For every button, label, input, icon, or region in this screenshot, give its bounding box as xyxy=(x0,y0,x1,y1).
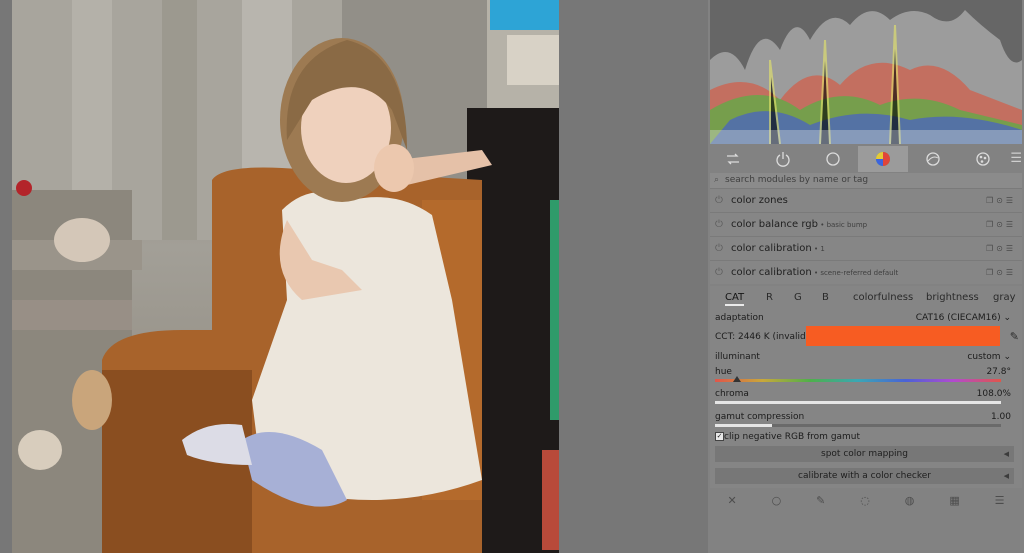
module-header-buttons[interactable]: ❐⊙☰ xyxy=(986,213,1016,236)
image-canvas[interactable] xyxy=(0,0,708,553)
pencil-icon[interactable]: ✎ xyxy=(816,494,825,507)
tab-b[interactable]: B xyxy=(822,292,829,303)
raster-mask-icon[interactable]: ▦ xyxy=(949,494,959,507)
clip-checkbox[interactable]: ✓ xyxy=(715,432,724,441)
tab-cat[interactable]: CAT xyxy=(725,292,745,306)
gamut-value: 1.00 xyxy=(990,412,1011,422)
module-color-balance-rgb[interactable]: ⏻ color balance rgb • basic bump ❐⊙☰ xyxy=(710,212,1022,236)
module-name: color calibration xyxy=(731,267,812,278)
spot-color-mapping-label: spot color mapping xyxy=(821,449,908,459)
gamut-slider[interactable] xyxy=(715,424,1001,427)
collapse-arrow-icon: ◀ xyxy=(1003,450,1009,458)
power-icon[interactable]: ⏻ xyxy=(715,189,723,212)
cct-color-swatch xyxy=(806,326,1000,346)
module-color-calibration-1[interactable]: ⏻ color calibration • 1 ❐⊙☰ xyxy=(710,236,1022,260)
quick-access-tab[interactable] xyxy=(708,146,758,172)
search-icon: ⌕ xyxy=(714,175,720,185)
menu-icon[interactable]: ☰ xyxy=(995,494,1005,507)
module-name: color balance rgb xyxy=(731,219,818,230)
tab-brightness[interactable]: brightness xyxy=(926,292,979,303)
module-instance: • scene-referred default xyxy=(811,269,899,277)
gamut-row[interactable]: gamut compression 1.00 xyxy=(715,412,1011,422)
correct-modules-tab[interactable] xyxy=(908,146,958,172)
color-modules-tab[interactable] xyxy=(858,146,908,172)
right-panel: ☰ ⌕ search modules by name or tag ⏻ colo… xyxy=(708,0,1024,553)
hue-slider[interactable] xyxy=(715,379,1001,382)
module-color-calibration[interactable]: ⏻ color calibration • scene-referred def… xyxy=(710,260,1022,284)
module-name: color calibration xyxy=(731,243,812,254)
adaptation-row[interactable]: adaptation CAT16 (CIECAM16) ⌄ xyxy=(715,313,1011,323)
power-icon[interactable]: ⏻ xyxy=(715,237,723,260)
parametric-mask-icon[interactable]: ◍ xyxy=(905,494,915,507)
power-icon[interactable]: ⏻ xyxy=(715,213,723,236)
chroma-slider-fill xyxy=(715,401,1001,404)
hue-label: hue xyxy=(715,367,732,377)
correct-icon xyxy=(926,152,940,166)
chroma-label: chroma xyxy=(715,389,749,399)
chroma-value: 108.0% xyxy=(976,389,1011,399)
hue-slider-handle[interactable] xyxy=(733,376,742,382)
calibration-tabs: CAT R G B colorfulness brightness gray xyxy=(713,289,1019,307)
color-calibration-panel: CAT R G B colorfulness brightness gray a… xyxy=(710,286,1022,488)
collapse-arrow-icon: ◀ xyxy=(1003,472,1009,480)
color-picker-icon[interactable]: ✎ xyxy=(1010,330,1019,343)
hue-row[interactable]: hue 27.8° xyxy=(715,367,1011,377)
module-group-tabs: ☰ xyxy=(708,146,1024,172)
gamut-label: gamut compression xyxy=(715,412,805,422)
effect-modules-tab[interactable] xyxy=(958,146,1008,172)
menu-icon[interactable]: ☰ xyxy=(1010,151,1022,166)
hue-value: 27.8° xyxy=(986,367,1011,377)
tab-g[interactable]: G xyxy=(794,292,802,303)
module-header-buttons[interactable]: ❐⊙☰ xyxy=(986,189,1016,212)
reset-icon[interactable]: ✕ xyxy=(727,494,736,507)
color-checker-section[interactable]: calibrate with a color checker ◀ xyxy=(715,468,1014,484)
histogram-graph xyxy=(710,0,1022,144)
histogram[interactable] xyxy=(710,0,1022,144)
module-header-buttons[interactable]: ❐⊙☰ xyxy=(986,237,1016,260)
chevron-down-icon: ⌄ xyxy=(1003,352,1011,362)
tab-colorfulness[interactable]: colorfulness xyxy=(853,292,913,303)
chevron-down-icon: ⌄ xyxy=(1003,313,1011,323)
gamut-slider-fill xyxy=(715,424,773,427)
module-instance: • basic bump xyxy=(817,221,868,229)
chroma-slider[interactable] xyxy=(715,401,1001,404)
drawn-mask-icon[interactable]: ◌ xyxy=(860,494,870,507)
tab-gray[interactable]: gray xyxy=(993,292,1016,303)
photo-preview[interactable] xyxy=(12,0,559,553)
tab-r[interactable]: R xyxy=(766,292,773,303)
clip-label: clip negative RGB from gamut xyxy=(724,432,861,442)
adaptation-value: CAT16 (CIECAM16) xyxy=(915,313,1001,323)
module-name: color zones xyxy=(731,195,788,206)
module-instance: • 1 xyxy=(811,245,825,253)
color-checker-label: calibrate with a color checker xyxy=(798,471,931,481)
blend-mask-toolbar: ✕ ○ ✎ ◌ ◍ ▦ ☰ xyxy=(710,490,1022,510)
power-icon xyxy=(776,152,790,167)
power-icon[interactable]: ⏻ xyxy=(715,261,723,284)
illuminant-row[interactable]: illuminant custom ⌄ xyxy=(715,352,1011,362)
quick-access-icon xyxy=(727,153,739,165)
photo-image xyxy=(12,0,559,553)
chroma-row[interactable]: chroma 108.0% xyxy=(715,389,1011,399)
circle-icon xyxy=(826,152,840,166)
effect-icon xyxy=(976,152,990,166)
adaptation-label: adaptation xyxy=(715,313,764,323)
presets-circle-icon[interactable]: ○ xyxy=(772,494,782,507)
color-wheel-icon xyxy=(876,152,890,166)
active-modules-tab[interactable] xyxy=(758,146,808,172)
module-header-buttons[interactable]: ❐⊙☰ xyxy=(986,261,1016,284)
illuminant-value: custom xyxy=(967,352,1001,362)
search-placeholder: search modules by name or tag xyxy=(725,175,869,185)
spot-color-mapping-section[interactable]: spot color mapping ◀ xyxy=(715,446,1014,462)
module-search[interactable]: ⌕ search modules by name or tag xyxy=(710,173,1022,188)
module-color-zones[interactable]: ⏻ color zones ❐⊙☰ xyxy=(710,188,1022,212)
clip-row[interactable]: ✓ clip negative RGB from gamut xyxy=(715,432,1011,442)
base-modules-tab[interactable] xyxy=(808,146,858,172)
illuminant-label: illuminant xyxy=(715,352,760,362)
